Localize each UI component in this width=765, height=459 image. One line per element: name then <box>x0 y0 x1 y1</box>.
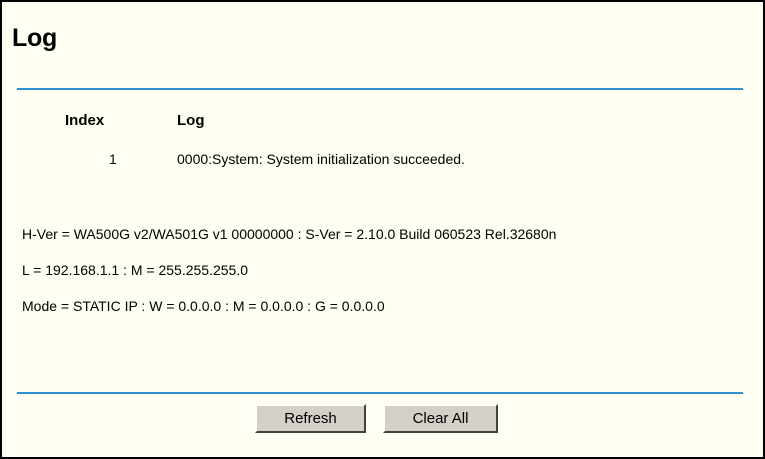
top-divider <box>17 88 743 90</box>
wan-mode-info: Mode = STATIC IP : W = 0.0.0.0 : M = 0.0… <box>22 298 385 314</box>
log-row-message: 0000:System: System initialization succe… <box>177 151 465 167</box>
log-row-index: 1 <box>109 151 117 167</box>
page-title: Log <box>12 24 57 52</box>
clear-all-button[interactable]: Clear All <box>383 404 498 433</box>
column-header-index: Index <box>65 112 105 129</box>
version-info: H-Ver = WA500G v2/WA501G v1 00000000 : S… <box>22 226 557 242</box>
bottom-divider <box>17 392 743 394</box>
log-panel: Log Index Log 1 0000:System: System init… <box>0 0 765 459</box>
lan-info: L = 192.168.1.1 : M = 255.255.255.0 <box>22 262 248 278</box>
column-header-log: Log <box>177 112 205 129</box>
refresh-button[interactable]: Refresh <box>255 404 366 433</box>
